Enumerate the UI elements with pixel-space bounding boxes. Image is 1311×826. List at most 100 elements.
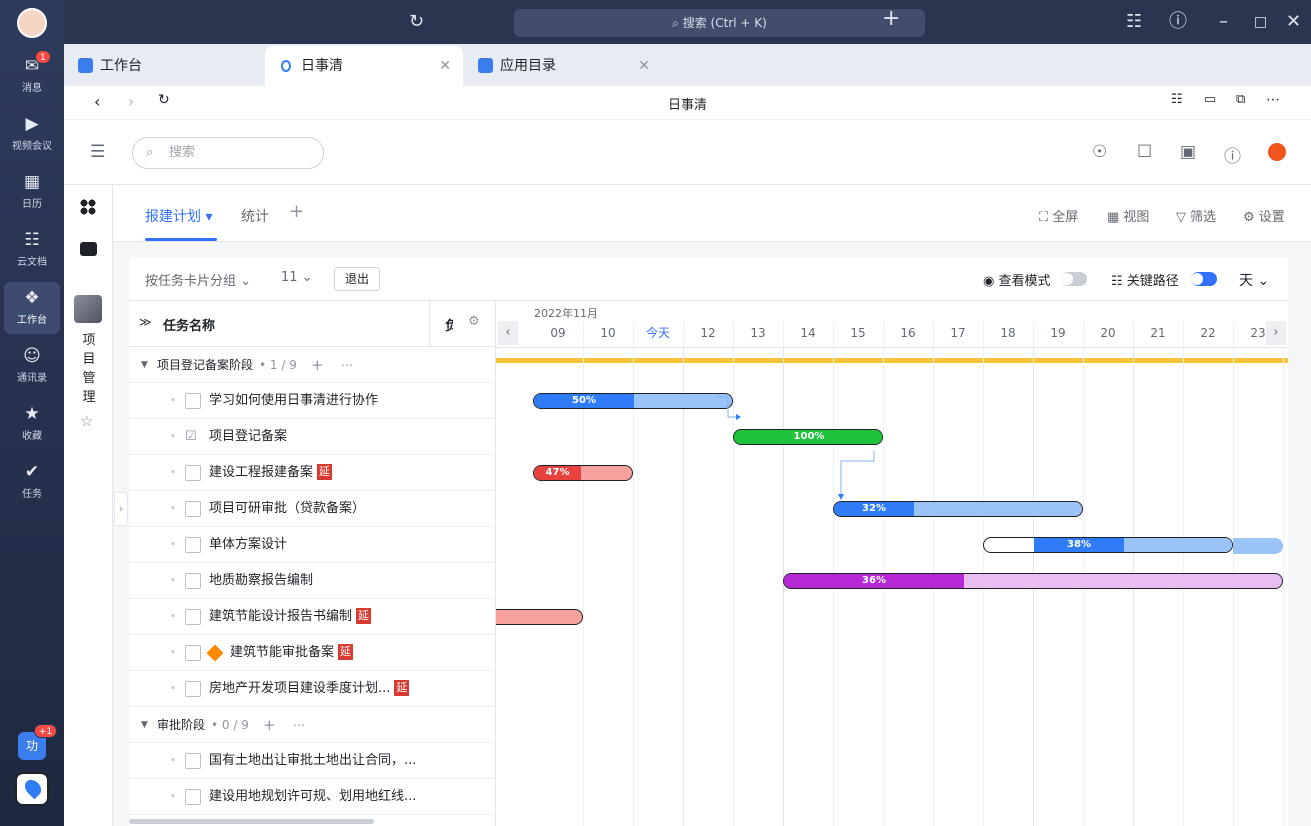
task-row[interactable]: • 房地产开发项目建设季度计划... 延 xyxy=(129,671,496,707)
row-bullet: • xyxy=(170,683,176,694)
critical-path-toggle[interactable] xyxy=(1191,272,1217,286)
task-checkbox[interactable] xyxy=(185,573,201,589)
task-checkbox[interactable] xyxy=(185,465,201,481)
task-row[interactable]: • 建筑节能设计报告书编制延 xyxy=(129,599,496,635)
time-scale-select[interactable]: 天 ⌄ xyxy=(1239,270,1269,290)
title-bar: ↻ ⌕ 搜索 (Ctrl + K) + ☷ ⓘ – □ ✕ xyxy=(64,0,1311,44)
tab-plan[interactable]: 报建计划 ▾ xyxy=(145,206,212,226)
nav-item-0[interactable]: ✉ 消息 1 xyxy=(4,50,60,102)
nav-item-3[interactable]: ☷ 云文档 xyxy=(4,224,60,276)
group-more-icon[interactable]: ⋯ xyxy=(341,347,353,383)
global-search[interactable]: ⌕ 搜索 (Ctrl + K) xyxy=(514,9,925,37)
fullscreen-button[interactable]: ⛶ 全屏 xyxy=(1039,206,1078,225)
bot-icon[interactable]: ☷ xyxy=(1171,92,1183,107)
tab-workspace[interactable]: 工作台 xyxy=(64,46,264,86)
location-app-icon[interactable] xyxy=(15,772,49,806)
view-mode-toggle[interactable] xyxy=(1061,272,1087,286)
task-checkbox[interactable] xyxy=(185,609,201,625)
group-by-select[interactable]: 按任务卡片分组 ⌄ xyxy=(145,270,251,289)
task-checkbox[interactable]: ☑ xyxy=(185,429,201,445)
task-checkbox[interactable] xyxy=(185,789,201,805)
task-checkbox[interactable] xyxy=(185,393,201,409)
filter-label: 筛选 xyxy=(1190,210,1217,225)
task-row[interactable]: • 项目可研审批（贷款备案） xyxy=(129,491,496,527)
task-checkbox[interactable] xyxy=(185,645,201,661)
task-row[interactable]: • 建筑节能审批备案延 xyxy=(129,635,496,671)
split-icon[interactable]: ⧉ xyxy=(1236,92,1245,107)
task-row[interactable]: • 单体方案设计 xyxy=(129,527,496,563)
task-name: 学习如何使用日事清进行协作 xyxy=(209,383,378,419)
nav-item-6[interactable]: ★ 收藏 xyxy=(4,398,60,450)
count-label: 11 xyxy=(281,270,298,285)
add-icon[interactable]: + xyxy=(882,8,900,30)
table-header: ≫ 任务名称 负 ⚙ xyxy=(129,301,496,347)
nav-item-7[interactable]: ✔ 任务 xyxy=(4,456,60,508)
task-checkbox[interactable] xyxy=(185,753,201,769)
task-checkbox[interactable] xyxy=(185,537,201,553)
delayed-badge: 延 xyxy=(338,644,354,660)
nav-item-2[interactable]: ▦ 日历 xyxy=(4,166,60,218)
view-button[interactable]: ▦ 视图 xyxy=(1107,206,1149,225)
expand-handle[interactable]: › xyxy=(114,492,128,526)
exit-button[interactable]: 退出 xyxy=(334,267,381,291)
task-row[interactable]: • 地质勘察报告编制 xyxy=(129,563,496,599)
task-row[interactable]: • ☑ 项目登记备案 xyxy=(129,419,496,455)
group-collapse-icon[interactable]: ▼ xyxy=(141,347,148,383)
nav-item-5[interactable]: ☺ 通讯录 xyxy=(4,340,60,392)
group-by-label: 按任务卡片分组 xyxy=(145,274,237,289)
settings-button[interactable]: ⚙ 设置 xyxy=(1243,206,1285,225)
nav-item-1[interactable]: ▶ 视频会议 xyxy=(4,108,60,160)
task-name: 地质勘察报告编制 xyxy=(209,563,313,599)
gantt-bar[interactable] xyxy=(496,609,583,625)
maximize-icon[interactable]: □ xyxy=(1254,11,1267,33)
close-tab-icon[interactable]: ✕ xyxy=(439,46,451,86)
apps-grid-icon[interactable] xyxy=(80,199,96,215)
task-row[interactable]: • 建设工程报建备案延 xyxy=(129,455,496,491)
folder-icon[interactable] xyxy=(80,242,97,256)
collapse-menu-icon[interactable]: ☰ xyxy=(90,142,105,162)
tab-rishiqing[interactable]: 日事清 ✕ xyxy=(265,46,463,86)
history-icon[interactable]: ↻ xyxy=(409,11,424,33)
task-checkbox[interactable] xyxy=(185,681,201,697)
count-select[interactable]: 11 ⌄ xyxy=(281,270,313,285)
crown-icon[interactable] xyxy=(1268,143,1286,161)
more-icon[interactable]: ⋯ xyxy=(1266,92,1280,108)
bulb-icon[interactable]: ☉ xyxy=(1092,142,1107,162)
group-row[interactable]: ▼ 项目登记备案阶段 • 1 / 9 + ⋯ xyxy=(129,347,496,383)
group-row[interactable]: ▼ 审批阶段 • 0 / 9 + ⋯ xyxy=(129,707,496,743)
tab-app-directory[interactable]: 应用目录 ✕ xyxy=(464,46,662,86)
row-bullet: • xyxy=(170,395,176,406)
add-task-icon[interactable]: + xyxy=(263,707,276,743)
horizontal-scrollbar[interactable] xyxy=(129,819,374,824)
task-checkbox[interactable] xyxy=(185,501,201,517)
add-task-icon[interactable]: + xyxy=(311,347,324,383)
project-label[interactable]: 项 目 管 理 xyxy=(80,331,98,407)
bookmark-icon[interactable]: ☐ xyxy=(1137,142,1152,162)
minimize-icon[interactable]: – xyxy=(1219,11,1228,33)
group-collapse-icon[interactable]: ▼ xyxy=(141,707,148,743)
help-circle-icon[interactable]: ⓘ xyxy=(1224,142,1241,167)
close-window-icon[interactable]: ✕ xyxy=(1286,11,1301,33)
filter-button[interactable]: ▽ 筛选 xyxy=(1176,206,1216,225)
row-bullet: • xyxy=(170,611,176,622)
window-icon[interactable]: ▭ xyxy=(1204,92,1216,107)
group-more-icon[interactable]: ⋯ xyxy=(293,707,305,743)
project-thumbnail[interactable] xyxy=(74,295,102,323)
contact-card-icon[interactable]: ▣ xyxy=(1180,142,1196,162)
notification-settings-icon[interactable]: ☷ xyxy=(1126,11,1142,33)
nav-item-4[interactable]: ❖ 工作台 xyxy=(4,282,60,334)
task-name: 房地产开发项目建设季度计划... 延 xyxy=(209,671,410,707)
favorite-star-icon[interactable]: ☆ xyxy=(80,412,93,430)
app-search-input[interactable]: ⌕ 搜索 xyxy=(132,137,324,169)
add-view-button[interactable]: + xyxy=(289,201,304,222)
collapse-all-icon[interactable]: ≫ xyxy=(139,315,152,329)
task-name-text: 项目可研审批（贷款备案） xyxy=(209,501,366,516)
task-row[interactable]: • 国有土地出让审批土地出让合同，... xyxy=(129,743,496,779)
column-settings-icon[interactable]: ⚙ xyxy=(468,314,480,329)
tab-stats[interactable]: 统计 xyxy=(241,206,269,226)
user-avatar[interactable] xyxy=(17,8,47,38)
close-tab-icon[interactable]: ✕ xyxy=(638,46,650,86)
task-row[interactable]: • 学习如何使用日事清进行协作 xyxy=(129,383,496,419)
help-icon[interactable]: ⓘ xyxy=(1169,11,1187,33)
task-row[interactable]: • 建设用地规划许可规、划用地红线... xyxy=(129,779,496,815)
